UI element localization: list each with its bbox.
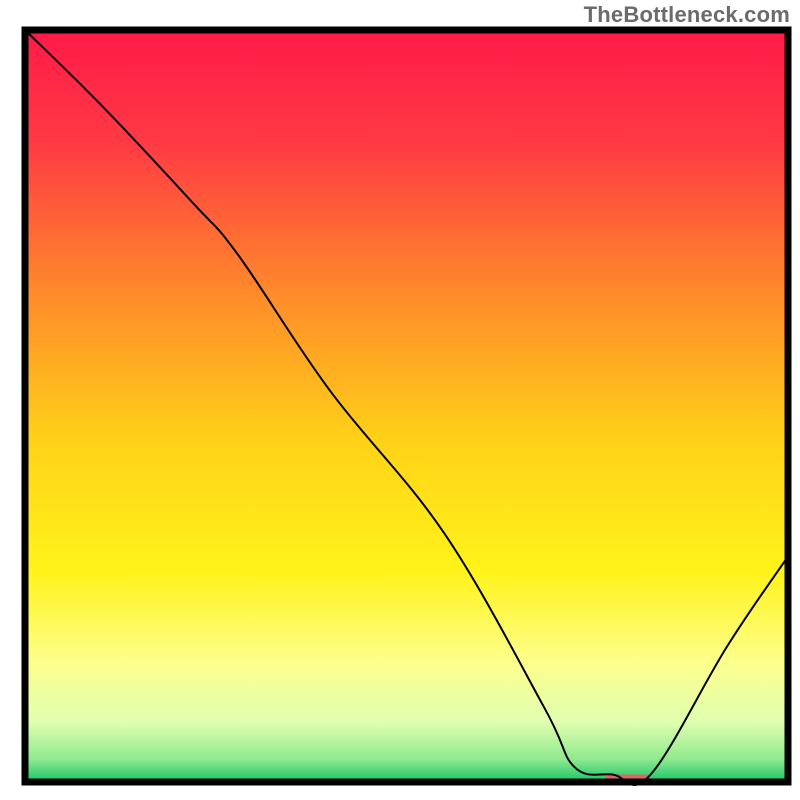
chart-background (25, 30, 788, 782)
chart-canvas (0, 0, 800, 800)
chart-frame: TheBottleneck.com (0, 0, 800, 800)
watermark-text: TheBottleneck.com (584, 2, 790, 28)
